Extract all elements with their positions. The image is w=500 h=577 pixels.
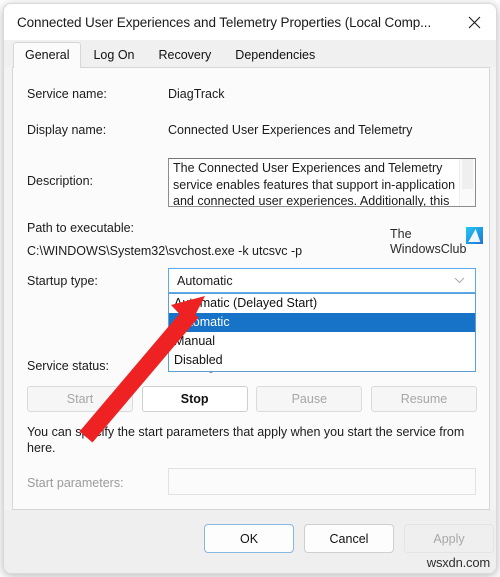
tab-general[interactable]: General <box>13 42 82 68</box>
display-name-label: Display name: <box>27 123 107 137</box>
startup-type-value: Automatic <box>177 273 233 288</box>
start-parameters-label: Start parameters: <box>27 476 124 490</box>
cancel-button[interactable]: Cancel <box>304 524 394 553</box>
resume-button[interactable]: Resume <box>370 386 477 412</box>
dialog-footer: OK Cancel Apply wsxdn.com <box>4 510 496 573</box>
description-label: Description: <box>27 174 93 188</box>
startup-type-dropdown-list[interactable]: Automatic (Delayed Start) Automatic Manu… <box>168 293 476 372</box>
watermark-line2: WindowsClub <box>390 242 467 256</box>
description-value: The Connected User Experiences and Telem… <box>173 161 456 207</box>
service-status-label: Service status: <box>27 359 109 373</box>
close-button[interactable] <box>452 5 496 40</box>
dropdown-option-manual[interactable]: Manual <box>169 332 475 351</box>
dropdown-option-disabled[interactable]: Disabled <box>169 351 475 370</box>
tab-strip: General Log On Recovery Dependencies <box>4 40 496 68</box>
description-scrollbar-thumb[interactable] <box>462 159 473 189</box>
description-textbox[interactable]: The Connected User Experiences and Telem… <box>168 158 476 207</box>
startup-type-label: Startup type: <box>27 274 98 288</box>
service-control-buttons: Start Stop Pause Resume <box>27 386 477 412</box>
title-bar: Connected User Experiences and Telemetry… <box>4 4 496 40</box>
pause-button[interactable]: Pause <box>256 386 363 412</box>
general-tab-panel: Service name: DiagTrack Display name: Co… <box>12 67 490 510</box>
window-title: Connected User Experiences and Telemetry… <box>17 14 432 30</box>
tab-recovery[interactable]: Recovery <box>147 42 224 68</box>
start-button[interactable]: Start <box>27 386 133 412</box>
close-icon <box>468 16 480 28</box>
service-properties-dialog: Connected User Experiences and Telemetry… <box>3 3 497 574</box>
site-watermark: wsxdn.com <box>426 555 490 570</box>
dropdown-option-automatic[interactable]: Automatic <box>169 313 475 332</box>
stop-button[interactable]: Stop <box>141 386 248 412</box>
ok-button[interactable]: OK <box>204 524 294 553</box>
chevron-down-icon <box>454 277 465 284</box>
display-name-value: Connected User Experiences and Telemetry <box>168 123 413 137</box>
path-label: Path to executable: <box>27 221 135 235</box>
description-scrollbar[interactable] <box>459 159 475 206</box>
service-name-value: DiagTrack <box>168 87 225 101</box>
apply-button[interactable]: Apply <box>404 524 494 553</box>
windowsclub-logo-icon <box>466 227 483 244</box>
dropdown-option-automatic-delayed[interactable]: Automatic (Delayed Start) <box>169 294 475 313</box>
tab-log-on[interactable]: Log On <box>81 42 146 68</box>
startup-type-combobox[interactable]: Automatic <box>168 268 476 293</box>
tab-dependencies[interactable]: Dependencies <box>223 42 327 68</box>
service-name-label: Service name: <box>27 87 107 101</box>
path-value: C:\WINDOWS\System32\svchost.exe -k utcsv… <box>27 244 303 258</box>
start-parameters-hint: You can specify the start parameters tha… <box>27 425 465 455</box>
start-parameters-input[interactable] <box>168 468 476 495</box>
windowsclub-watermark: The WindowsClub <box>390 227 490 261</box>
